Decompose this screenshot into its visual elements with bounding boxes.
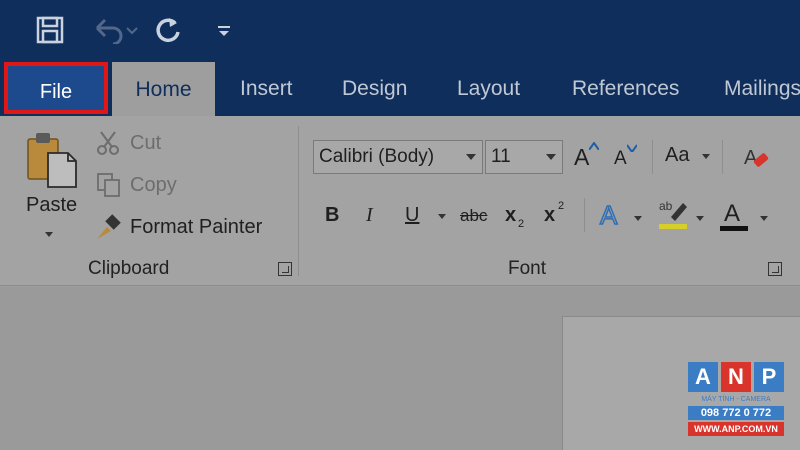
logo-website: WWW.ANP.COM.VN [688, 422, 784, 436]
font-color-button[interactable]: A [724, 200, 740, 228]
tab-home[interactable]: Home [112, 62, 215, 118]
tab-mailings[interactable]: Mailings [724, 62, 800, 116]
highlight-dropdown-icon[interactable] [696, 216, 704, 221]
font-group-label: Font [508, 258, 547, 279]
font-color-swatch [720, 226, 748, 231]
highlight-color-icon[interactable]: ab [656, 196, 690, 232]
superscript-mark: 2 [558, 200, 565, 212]
logo-tagline: MÁY TÍNH - CAMERA [701, 396, 771, 403]
underline-dropdown-icon[interactable] [438, 214, 446, 219]
text-effects-dropdown-icon[interactable] [634, 216, 642, 221]
tab-insert[interactable]: Insert [240, 62, 293, 116]
paste-label[interactable]: Paste [26, 194, 77, 217]
divider [652, 140, 653, 174]
group-divider [298, 126, 299, 276]
save-icon[interactable] [30, 12, 70, 48]
svg-text:ab: ab [659, 199, 673, 213]
font-size-combo[interactable]: 11 [485, 140, 563, 174]
clear-formatting-icon[interactable]: A [740, 140, 774, 174]
tab-design[interactable]: Design [342, 62, 407, 116]
svg-text:A: A [744, 147, 758, 169]
subscript-mark: 2 [518, 218, 525, 230]
ribbon: Paste Cut Copy Format Painter Clipboard … [0, 116, 800, 286]
font-name-combo[interactable]: Calibri (Body) [313, 140, 483, 174]
font-name-value: Calibri (Body) [319, 146, 435, 167]
text-effects-button[interactable]: A [599, 199, 618, 231]
bold-button[interactable]: B [325, 204, 339, 227]
undo-icon[interactable] [86, 12, 142, 48]
anp-watermark-logo: A N P MÁY TÍNH - CAMERA 098 772 0 772 WW… [688, 362, 784, 442]
cut-button[interactable]: Cut [130, 132, 161, 155]
strikethrough-button[interactable]: abc [460, 206, 487, 226]
redo-icon[interactable] [150, 12, 186, 48]
copy-icon[interactable] [94, 170, 124, 200]
paste-dropdown-icon[interactable] [45, 232, 53, 237]
title-bar [0, 0, 800, 62]
clipboard-group-label: Clipboard [88, 258, 170, 279]
cut-icon[interactable] [94, 128, 124, 158]
logo-letter-p: P [754, 362, 784, 392]
customize-qat-icon[interactable] [212, 12, 236, 48]
font-color-dropdown-icon[interactable] [760, 216, 768, 221]
underline-button[interactable]: U [405, 204, 419, 227]
divider [584, 198, 585, 232]
subscript-button[interactable]: x [505, 204, 516, 227]
tab-file[interactable]: File [4, 62, 108, 114]
format-painter-button[interactable]: Format Painter [130, 216, 262, 239]
chevron-down-icon [546, 154, 556, 160]
logo-phone: 098 772 0 772 [688, 406, 784, 420]
change-case-button[interactable]: Aa [665, 144, 689, 167]
format-painter-icon[interactable] [94, 212, 124, 242]
tab-layout[interactable]: Layout [457, 62, 520, 116]
italic-button[interactable]: I [366, 204, 373, 227]
change-case-dropdown-icon[interactable] [702, 154, 710, 159]
font-launcher-icon[interactable] [768, 262, 782, 276]
shrink-caret-icon [627, 144, 637, 152]
logo-letter-n: N [721, 362, 751, 392]
font-size-value: 11 [491, 146, 511, 167]
clipboard-launcher-icon[interactable] [278, 262, 292, 276]
superscript-button[interactable]: x [544, 204, 555, 227]
tab-references[interactable]: References [572, 62, 679, 116]
copy-button[interactable]: Copy [130, 174, 177, 197]
grow-caret-icon [589, 142, 599, 150]
shrink-font-button[interactable]: A [614, 148, 627, 170]
divider [722, 140, 723, 174]
paste-icon[interactable] [22, 130, 82, 190]
grow-font-button[interactable]: A [574, 144, 589, 171]
ribbon-tabs: File Home Insert Design Layout Reference… [0, 62, 800, 118]
logo-letter-a: A [688, 362, 718, 392]
chevron-down-icon [466, 154, 476, 160]
